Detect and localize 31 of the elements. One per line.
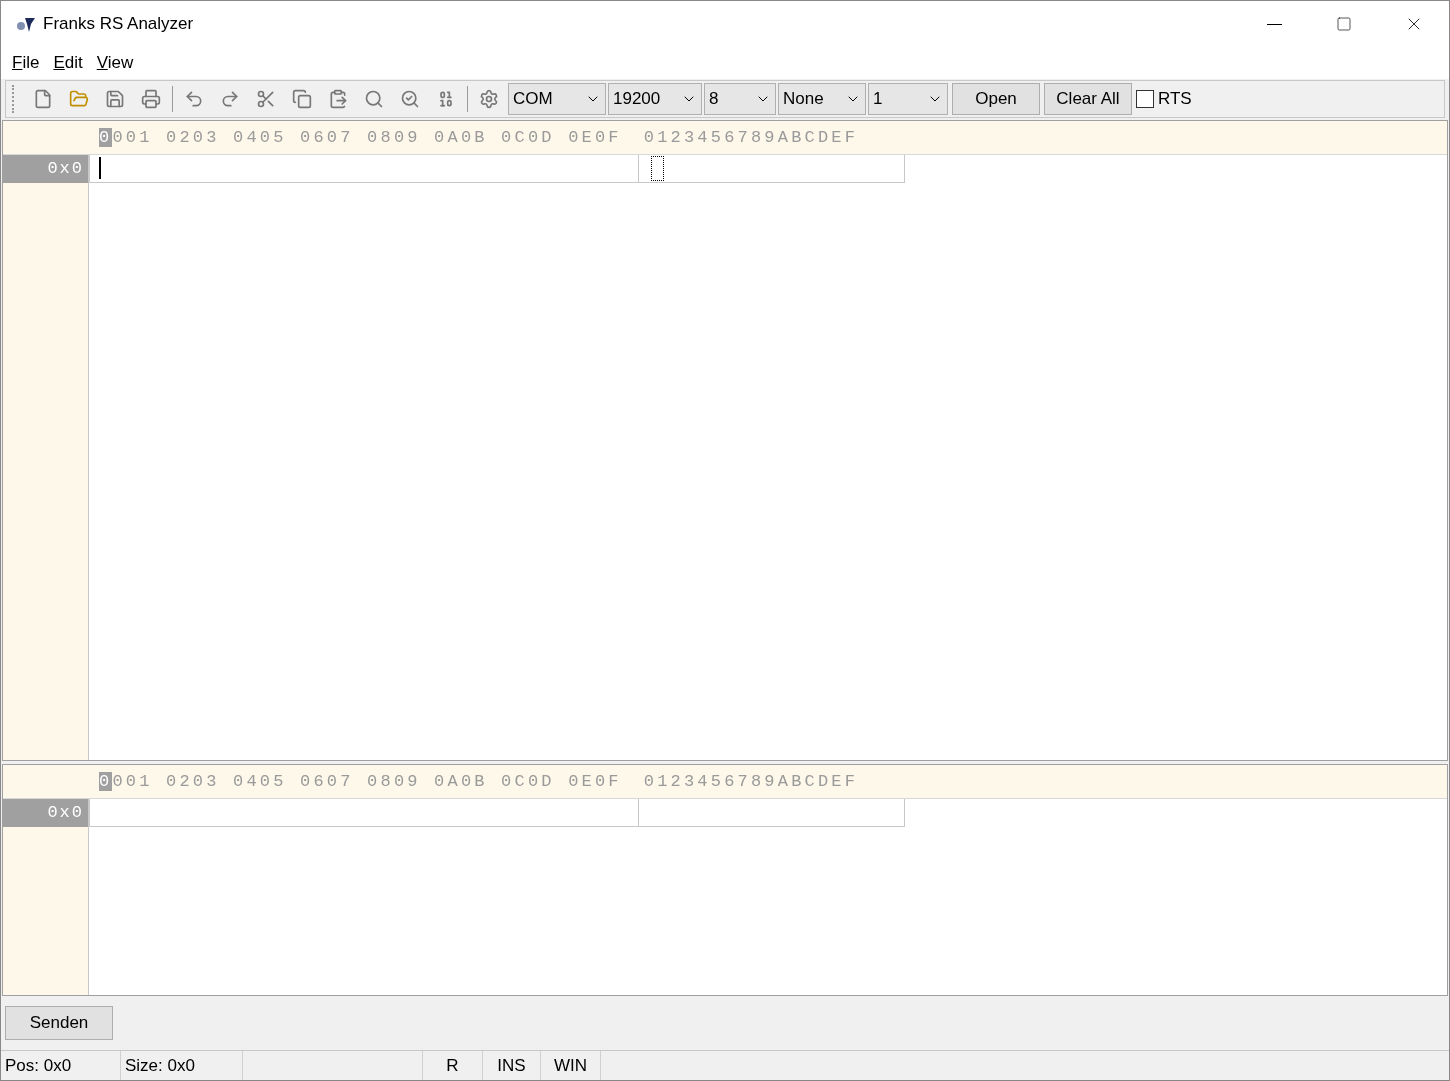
dropdown[interactable]: COM bbox=[508, 83, 606, 115]
text-caret bbox=[99, 157, 101, 179]
status-text: R bbox=[446, 1054, 459, 1077]
menu-item[interactable]: File bbox=[5, 50, 47, 76]
checkbox-label: RTS bbox=[1158, 88, 1192, 111]
ascii-data-cell[interactable] bbox=[639, 799, 905, 827]
ascii-cursor bbox=[651, 156, 664, 181]
status-text: Size: 0x0 bbox=[125, 1051, 243, 1080]
dropdown[interactable]: 1 bbox=[868, 83, 948, 115]
dropdown[interactable]: None bbox=[778, 83, 866, 115]
rts-checkbox[interactable] bbox=[1136, 90, 1154, 108]
toolbar-button[interactable]: Clear All bbox=[1044, 83, 1132, 115]
minimize-icon bbox=[1266, 23, 1282, 25]
window-title: Franks RS Analyzer bbox=[43, 13, 194, 36]
dropdown[interactable]: 8 bbox=[704, 83, 776, 115]
status-text: INS bbox=[497, 1054, 526, 1077]
dropdown[interactable]: 19200 bbox=[608, 83, 702, 115]
ascii-column-header: 0123456789ABCDEF bbox=[643, 770, 859, 793]
send-button[interactable]: Senden bbox=[5, 1006, 113, 1040]
menu-item[interactable]: View bbox=[89, 50, 141, 76]
menu-item[interactable]: Edit bbox=[46, 50, 90, 76]
row-offset: 0x0 bbox=[3, 799, 88, 827]
hex-data-cell[interactable] bbox=[89, 799, 639, 827]
status-text: Pos: 0x0 bbox=[5, 1054, 72, 1077]
ascii-column-header: 0123456789ABCDEF bbox=[643, 126, 859, 149]
hex-data-cell[interactable] bbox=[89, 155, 639, 183]
row-offset: 0x0 bbox=[3, 155, 88, 183]
status-text: WIN bbox=[553, 1054, 587, 1077]
maximize-icon bbox=[1336, 16, 1352, 32]
toolbar-button[interactable]: Open bbox=[952, 83, 1040, 115]
ascii-data-cell[interactable] bbox=[639, 155, 905, 183]
